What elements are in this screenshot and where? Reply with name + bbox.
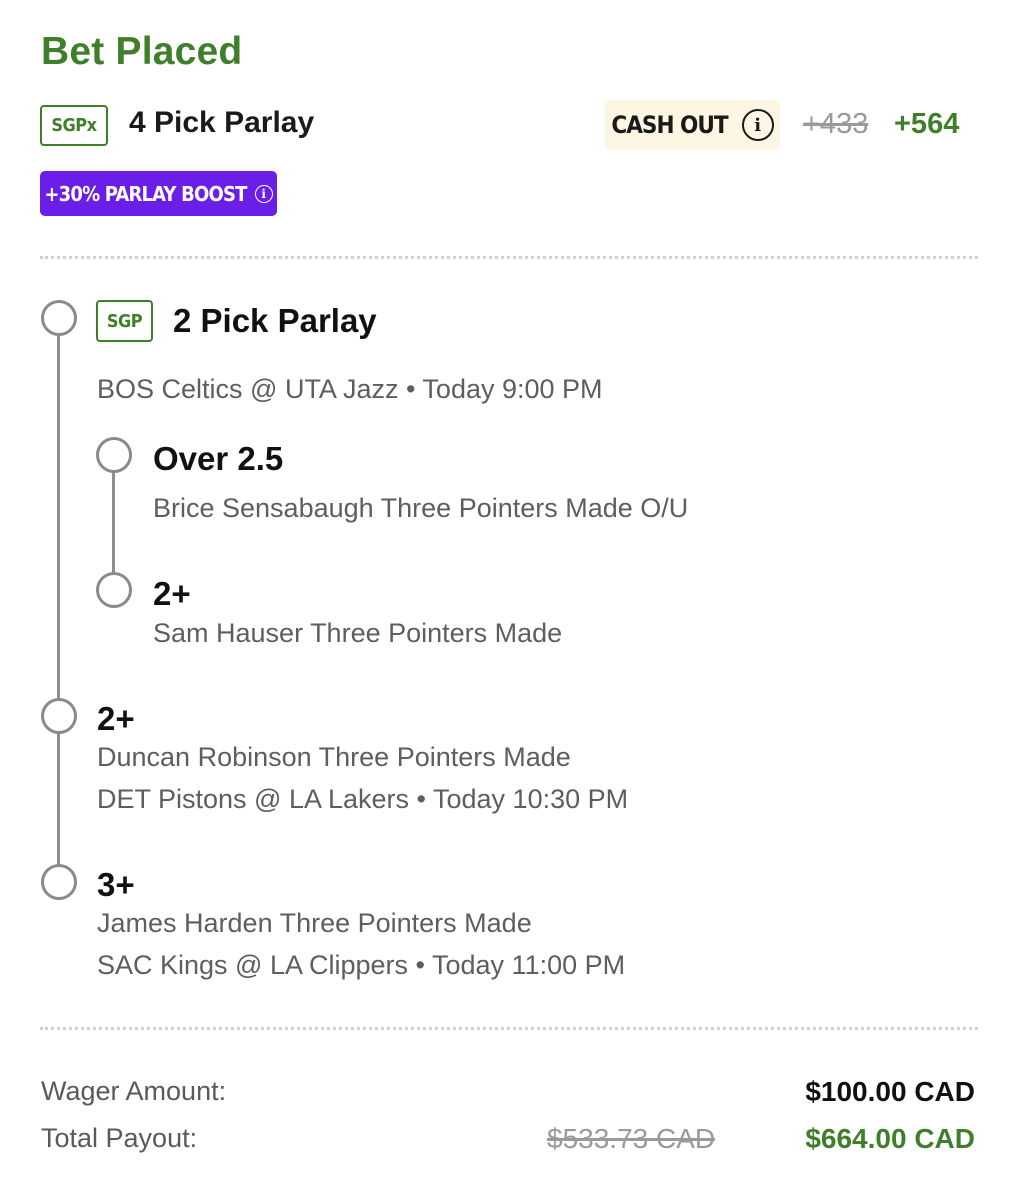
timeline-line bbox=[57, 336, 60, 881]
leg-selection: 2+ bbox=[153, 575, 191, 612]
boosted-payout: $664.00 CAD bbox=[805, 1123, 975, 1154]
leg-status-circle-icon bbox=[41, 698, 77, 734]
original-odds: +433 bbox=[803, 108, 869, 140]
leg-selection: 2+ bbox=[97, 700, 135, 737]
sgp-title: 2 Pick Parlay bbox=[173, 302, 377, 339]
parlay-boost-label: +30% PARLAY BOOST bbox=[44, 181, 247, 206]
leg-status-circle-icon bbox=[41, 300, 77, 336]
divider bbox=[40, 1027, 978, 1030]
bet-name: 4 Pick Parlay bbox=[129, 106, 315, 139]
info-icon: i bbox=[254, 184, 273, 203]
sgp-matchup: BOS Celtics @ UTA Jazz • Today 9:00 PM bbox=[97, 374, 603, 404]
cash-out-label: CASH OUT bbox=[611, 111, 728, 139]
leg-market: James Harden Three Pointers Made bbox=[97, 908, 532, 938]
page-title: Bet Placed bbox=[41, 30, 243, 73]
sgp-badge: SGP bbox=[96, 300, 153, 342]
sub-timeline-line bbox=[112, 472, 115, 574]
leg-status-circle-icon bbox=[96, 437, 132, 473]
boosted-odds: +564 bbox=[894, 108, 960, 140]
leg-status-circle-icon bbox=[96, 572, 132, 608]
leg-market: Duncan Robinson Three Pointers Made bbox=[97, 742, 571, 772]
leg-matchup: SAC Kings @ LA Clippers • Today 11:00 PM bbox=[97, 950, 626, 980]
leg-selection: 3+ bbox=[97, 866, 135, 903]
leg-market: Brice Sensabaugh Three Pointers Made O/U bbox=[153, 493, 689, 523]
info-icon[interactable]: i bbox=[741, 109, 774, 141]
original-payout: $533.73 CAD bbox=[547, 1123, 716, 1154]
leg-selection: Over 2.5 bbox=[153, 440, 284, 477]
sgpx-badge: SGPx bbox=[40, 105, 108, 146]
parlay-boost-badge[interactable]: +30% PARLAY BOOST i bbox=[40, 171, 277, 216]
leg-market: Sam Hauser Three Pointers Made bbox=[153, 618, 563, 648]
wager-label: Wager Amount: bbox=[41, 1076, 227, 1106]
cash-out-button[interactable]: CASH OUT i bbox=[605, 100, 780, 150]
leg-status-circle-icon bbox=[41, 864, 77, 900]
wager-value: $100.00 CAD bbox=[805, 1076, 975, 1107]
payout-label: Total Payout: bbox=[41, 1123, 198, 1153]
leg-matchup: DET Pistons @ LA Lakers • Today 10:30 PM bbox=[97, 784, 629, 814]
divider bbox=[40, 256, 978, 259]
